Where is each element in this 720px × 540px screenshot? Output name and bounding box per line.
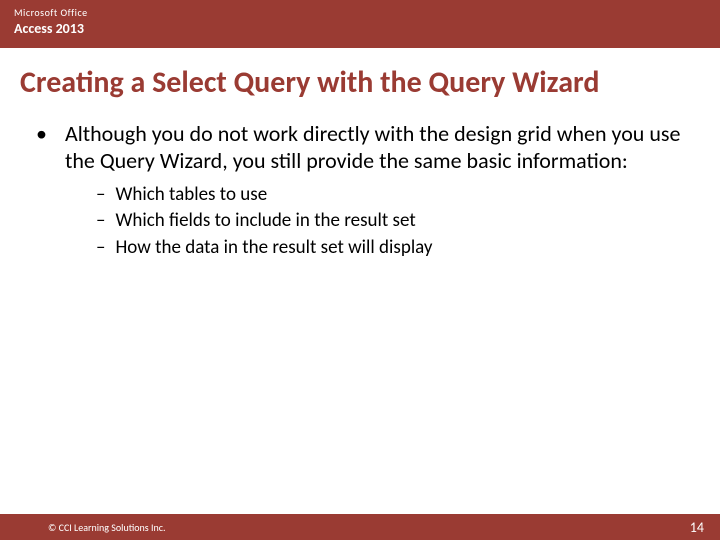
sub-bullet-text: Which fields to include in the result se…	[115, 209, 415, 234]
sub-bullet-item: – Which fields to include in the result …	[96, 209, 684, 234]
bullet-icon: •	[36, 121, 47, 147]
sub-bullet-item: – How the data in the result set will di…	[96, 236, 684, 261]
slide-title: Creating a Select Query with the Query W…	[0, 48, 720, 121]
footer-copyright: © CCI Learning Solutions Inc.	[48, 521, 166, 534]
header-product: Access 2013	[14, 20, 706, 37]
header-brand: Microsoft Office	[14, 6, 706, 19]
dash-icon: –	[96, 183, 105, 206]
main-bullet: • Although you do not work directly with…	[36, 121, 684, 175]
dash-icon: –	[96, 236, 105, 259]
main-bullet-text: Although you do not work directly with t…	[65, 121, 684, 175]
sub-bullet-text: Which tables to use	[115, 183, 267, 208]
footer-bar: © CCI Learning Solutions Inc. 14	[0, 514, 720, 540]
sub-bullet-list: – Which tables to use – Which fields to …	[96, 183, 684, 261]
sub-bullet-text: How the data in the result set will disp…	[115, 236, 432, 261]
sub-bullet-item: – Which tables to use	[96, 183, 684, 208]
content-area: • Although you do not work directly with…	[0, 121, 720, 261]
header-bar: Microsoft Office Access 2013	[0, 0, 720, 48]
page-number: 14	[690, 519, 704, 536]
dash-icon: –	[96, 209, 105, 232]
